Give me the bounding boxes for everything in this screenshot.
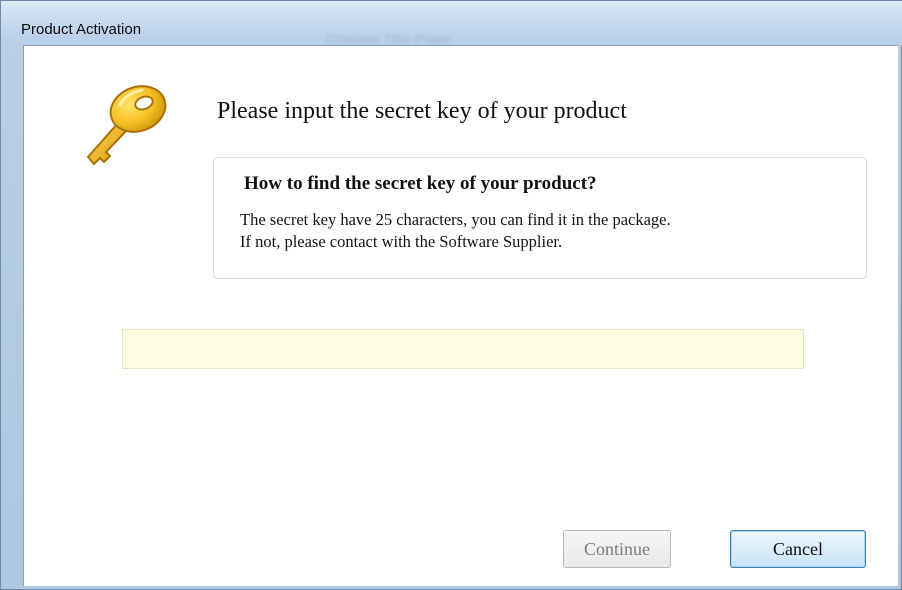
cancel-button[interactable]: Cancel — [730, 530, 866, 568]
help-text-line-1: The secret key have 25 characters, you c… — [240, 210, 671, 229]
key-icon — [87, 85, 167, 165]
page-heading: Please input the secret key of your prod… — [217, 98, 627, 124]
window-title: Product Activation — [21, 21, 142, 38]
secret-key-input[interactable] — [122, 329, 804, 369]
help-panel: How to find the secret key of your produ… — [213, 157, 867, 279]
help-title: How to find the secret key of your produ… — [244, 173, 597, 194]
continue-button[interactable]: Continue — [563, 530, 671, 568]
product-activation-window: Chapter Title Page Product Activation Pl… — [0, 0, 902, 590]
help-text-line-2: If not, please contact with the Software… — [240, 232, 563, 251]
title-bar[interactable]: Chapter Title Page Product Activation — [1, 1, 902, 48]
dialog-content: Please input the secret key of your prod… — [23, 45, 898, 586]
